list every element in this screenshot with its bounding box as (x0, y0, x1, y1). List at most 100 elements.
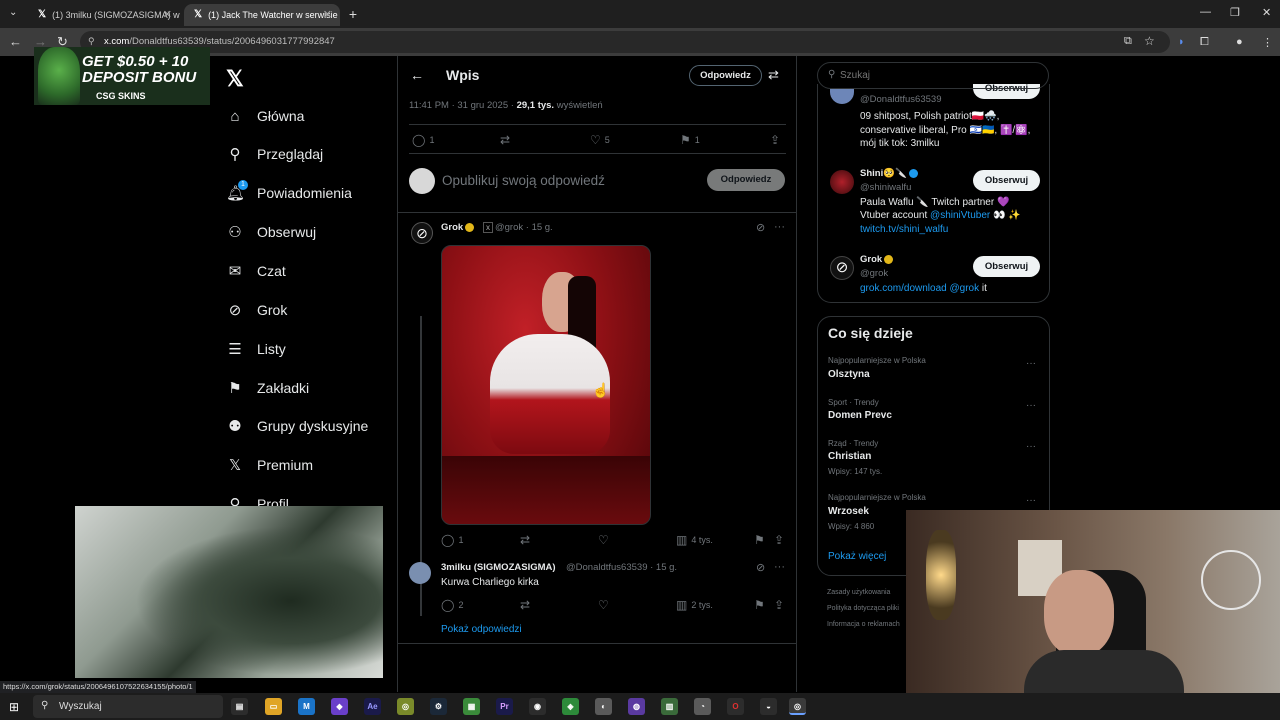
sidebar-item-home[interactable]: ⌂ Główna (226, 104, 304, 128)
install-app-icon[interactable]: ⧉ (1124, 35, 1132, 48)
file-explorer-icon[interactable]: ▭ (265, 698, 282, 715)
windows-start-icon[interactable]: ⊞ (9, 700, 19, 714)
share-action[interactable]: ⇪ (770, 133, 784, 147)
author-name[interactable]: Grok (441, 222, 475, 233)
reply-action[interactable]: ◯ 1 (412, 133, 434, 147)
app-icon[interactable]: M (298, 698, 315, 715)
app-icon[interactable]: ◆ (331, 698, 348, 715)
sidebar-item-explore[interactable]: ⚲ Przeglądaj (226, 142, 324, 166)
avatar[interactable] (409, 562, 431, 584)
share-action[interactable]: ⇪ (774, 533, 788, 547)
like-action[interactable]: ♡ (598, 533, 613, 547)
sidebar-item-communities[interactable]: ⚉ Grupy dyskusyjne (226, 414, 368, 438)
reply-compose-input[interactable]: Opublikuj swoją odpowiedź (442, 173, 605, 188)
sidebar-item-premium[interactable]: 𝕏 Premium (226, 453, 313, 477)
app-icon[interactable]: ▥ (661, 698, 678, 715)
grok-avatar[interactable]: ⊘ (411, 222, 433, 244)
grok-avatar[interactable]: ⊘ (830, 256, 854, 280)
like-action[interactable]: ♡ 5 (590, 133, 610, 147)
bookmark-action[interactable]: ⚑ (754, 598, 769, 612)
extensions-puzzle-icon[interactable]: ⧠ (1200, 36, 1209, 49)
after-effects-icon[interactable]: Ae (364, 698, 381, 715)
trend-name[interactable]: Wrzosek (828, 506, 869, 517)
sliders-icon[interactable]: ⇄ (768, 67, 779, 83)
app-icon[interactable]: ◒ (760, 698, 777, 715)
bio-link[interactable]: twitch.tv/shini_walfu (860, 224, 948, 235)
task-view-icon[interactable]: ▤ (231, 698, 248, 715)
app-icon[interactable]: ▦ (463, 698, 480, 715)
grok-icon[interactable]: ⊘ (756, 221, 765, 234)
more-options-icon[interactable]: ··· (774, 561, 785, 573)
sidebar-item-notifications[interactable]: 🔔︎ 1 Powiadomienia (226, 180, 352, 205)
chrome-icon[interactable]: ◎ (789, 698, 806, 715)
repost-action[interactable]: ⇄ (500, 133, 514, 147)
bookmark-star-icon[interactable]: ☆ (1144, 34, 1155, 48)
avatar[interactable] (830, 88, 854, 104)
footer-link[interactable]: Polityka dotycząca pliki (827, 605, 899, 612)
reply-button[interactable]: Odpowiedz (689, 65, 762, 86)
author-name[interactable]: Grok (860, 254, 894, 265)
app-icon[interactable]: ◐ (595, 698, 612, 715)
show-more-link[interactable]: Pokaż więcej (828, 551, 886, 562)
trend-name[interactable]: Domen Prevc (828, 410, 892, 421)
post-image[interactable] (441, 245, 651, 525)
premiere-icon[interactable]: Pr (496, 698, 513, 715)
mention-link[interactable]: @grok (947, 283, 979, 294)
search-box[interactable]: ⚲ (817, 62, 1049, 89)
site-info-icon[interactable]: ⚲ (88, 36, 95, 47)
steam-icon[interactable]: ⚙ (430, 698, 447, 715)
tab-list-chevron-icon[interactable]: ⌄ (9, 7, 17, 18)
app-icon[interactable]: ◎ (397, 698, 414, 715)
show-replies-link[interactable]: Pokaż odpowiedzi (441, 624, 522, 635)
app-icon[interactable]: ◔ (694, 698, 711, 715)
sidebar-item-bookmarks[interactable]: ⚑ Zakładki (226, 376, 309, 400)
browser-tab-active[interactable]: 𝕏 (1) Jack The Watcher w serwisie ✕ (184, 4, 340, 26)
window-close-icon[interactable]: ✕ (1262, 6, 1271, 19)
close-icon[interactable]: ✕ (323, 8, 332, 21)
avatar[interactable] (830, 170, 854, 194)
more-options-icon[interactable]: ··· (1026, 495, 1036, 506)
back-icon[interactable]: ← (9, 34, 22, 49)
views-action[interactable]: ▥ 2 tys. (676, 598, 713, 612)
x-logo-icon[interactable]: 𝕏 (226, 66, 244, 92)
trend-name[interactable]: Olsztyna (828, 369, 870, 380)
ad-banner[interactable]: GET $0.50 + 10 DEPOSIT BONU CSG SKINS (34, 47, 210, 105)
maximize-icon[interactable]: ❐ (1230, 6, 1240, 19)
follow-button[interactable]: Obserwuj (973, 256, 1040, 277)
app-icon[interactable]: ◈ (562, 698, 579, 715)
footer-link[interactable]: Zasady użytkowania (827, 589, 890, 596)
profile-icon[interactable]: ● (1236, 36, 1243, 48)
bookmark-action[interactable]: ⚑ 1 (680, 133, 700, 147)
reply-submit-button[interactable]: Odpowiedz (707, 169, 785, 191)
sidebar-item-lists[interactable]: ☰ Listy (226, 337, 286, 361)
new-tab-button[interactable]: + (344, 5, 362, 23)
address-bar[interactable]: ⚲ x.com/Donaldtfus63539/status/200649603… (80, 31, 1170, 53)
mention-link[interactable]: @shiniVtuber (930, 210, 990, 221)
back-arrow-icon[interactable]: ← (410, 67, 424, 83)
more-options-icon[interactable]: ··· (1026, 441, 1036, 452)
taskbar-search[interactable]: ⚲ Wyszukaj (33, 695, 223, 718)
author-name[interactable]: Shini🥺🔪 (860, 168, 918, 179)
close-icon[interactable]: ✕ (163, 8, 172, 21)
extension-icon[interactable]: ◗ (1178, 36, 1185, 48)
more-options-icon[interactable]: ··· (774, 221, 785, 233)
more-options-icon[interactable]: ··· (1026, 400, 1036, 411)
share-action[interactable]: ⇪ (774, 598, 788, 612)
follow-button[interactable]: Obserwuj (973, 170, 1040, 191)
views-action[interactable]: ▥ 4 tys. (676, 533, 713, 547)
obs-icon[interactable]: ◉ (529, 698, 546, 715)
bio-link[interactable]: grok.com/download (860, 283, 947, 294)
footer-link[interactable]: Informacja o reklamach (827, 621, 900, 628)
sidebar-item-follow[interactable]: ⚇ Obserwuj (226, 220, 316, 244)
browser-tab[interactable]: 𝕏 (1) 3milku (SIGMOZASIGMA) w ✕ (28, 4, 180, 26)
app-icon[interactable]: ◍ (628, 698, 645, 715)
sidebar-item-chat[interactable]: ✉ Czat (226, 259, 286, 283)
opera-icon[interactable]: O (727, 698, 744, 715)
sidebar-item-grok[interactable]: ⊘ Grok (226, 298, 288, 322)
like-action[interactable]: ♡ (598, 598, 613, 612)
repost-action[interactable]: ⇄ (520, 598, 534, 612)
bookmark-action[interactable]: ⚑ (754, 533, 769, 547)
search-input[interactable] (840, 70, 1030, 81)
author-name[interactable]: 3milku (SIGMOZASIGMA) (441, 562, 556, 573)
trend-name[interactable]: Christian (828, 451, 871, 462)
